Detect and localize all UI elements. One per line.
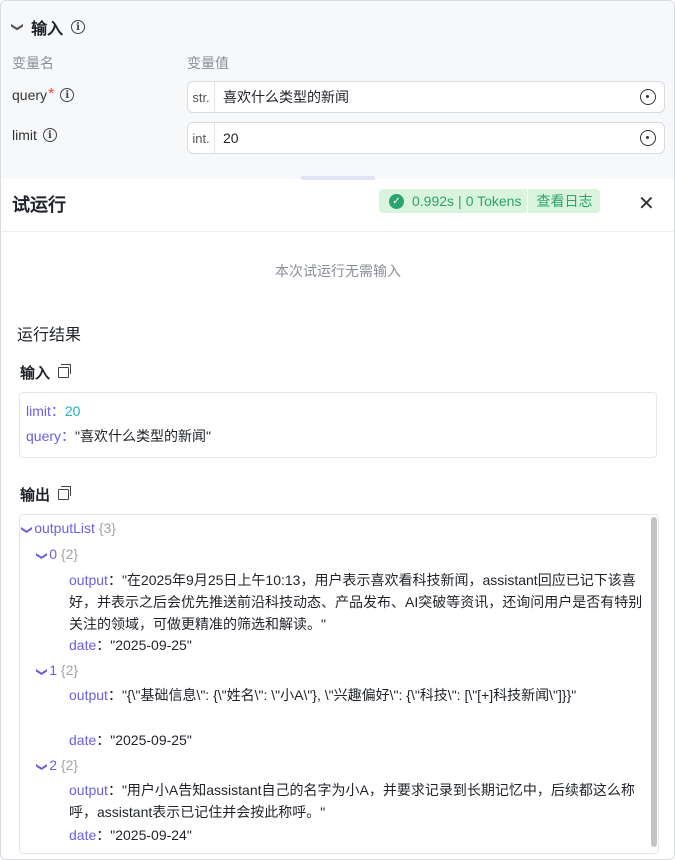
panel-title: 试运行 — [12, 195, 66, 215]
variable-value-field[interactable]: str. 喜欢什么类型的新闻 — [187, 81, 665, 113]
variable-value-input[interactable]: 喜欢什么类型的新闻 — [215, 87, 640, 107]
json-entry: output："{\"基础信息\": {\"姓名\": \"小A\"}, \"兴… — [69, 687, 577, 703]
tree-node-item[interactable]: ❯ 2 {2} — [36, 754, 78, 778]
json-entry: output："在2025年9月25日上午10:13，用户表示喜欢看科技新闻，a… — [69, 572, 643, 632]
input-variables-section: ❯ 输入 i 变量名 变量值 query * i str. 喜欢什么类型的新闻 … — [1, 1, 674, 179]
tree-node-item[interactable]: ❯ 1 {2} — [36, 659, 78, 683]
output-result-header: 输出 — [20, 484, 72, 505]
json-value: 20 — [64, 403, 81, 419]
variable-row-limit: limit i int. 20 — [1, 122, 674, 154]
status-separator: | — [458, 193, 462, 209]
info-icon[interactable]: i — [71, 20, 86, 34]
target-icon[interactable] — [640, 130, 656, 146]
tree-node-item[interactable]: ❯ 0 {2} — [36, 543, 78, 567]
info-icon[interactable]: i — [60, 88, 75, 102]
target-icon[interactable] — [640, 89, 656, 105]
variable-name: query * i — [12, 86, 75, 104]
view-log-button[interactable]: 查看日志 — [536, 191, 592, 211]
json-entry: date："2025-09-25" — [69, 732, 192, 748]
variable-name-header: 变量名 — [12, 55, 54, 71]
info-icon[interactable]: i — [42, 128, 57, 142]
copy-icon[interactable] — [58, 364, 72, 378]
json-key: limit — [26, 403, 51, 419]
type-badge: str. — [188, 82, 215, 112]
scrollbar[interactable] — [651, 517, 657, 847]
json-entry: date："2025-09-24" — [69, 827, 192, 843]
resize-handle[interactable] — [301, 176, 375, 180]
json-entry: date："2025-09-25" — [69, 637, 192, 653]
chevron-down-icon[interactable]: ❯ — [31, 551, 53, 560]
json-value: "喜欢什么类型的新闻" — [75, 428, 211, 444]
run-status-badge: ✓ 0.992s | 0 Tokens 查看日志 — [379, 189, 601, 213]
input-result-title: 输入 — [20, 365, 51, 382]
token-count: 0 Tokens — [465, 193, 522, 209]
workflow-test-run-window: ❯ 输入 i 变量名 变量值 query * i str. 喜欢什么类型的新闻 … — [0, 0, 675, 860]
input-section-header[interactable]: ❯ 输入 i — [11, 15, 86, 39]
variable-value-field[interactable]: int. 20 — [187, 122, 665, 154]
variable-value-input[interactable]: 20 — [215, 130, 640, 146]
variable-row-query: query * i str. 喜欢什么类型的新闻 — [1, 81, 674, 113]
divider — [527, 189, 529, 213]
tree-node-root[interactable]: ❯ outputList {3} — [20, 517, 116, 541]
type-badge: int. — [188, 123, 215, 153]
input-result-box: limit：20 query："喜欢什么类型的新闻" — [19, 392, 657, 458]
run-duration: 0.992s — [412, 193, 455, 209]
check-circle-icon: ✓ — [389, 193, 404, 209]
json-entry: query："喜欢什么类型的新闻" — [26, 428, 211, 444]
chevron-down-icon[interactable]: ❯ — [11, 22, 25, 32]
input-result-header: 输入 — [20, 362, 72, 383]
close-icon[interactable]: ✕ — [638, 191, 655, 216]
required-marker: * — [48, 86, 55, 103]
no-input-message: 本次试运行无需输入 — [275, 263, 401, 279]
copy-icon[interactable] — [58, 486, 72, 500]
run-result-title: 运行结果 — [17, 327, 82, 344]
json-entry: output："用户小A告知assistant自己的名字为小A，并要求记录到长期… — [69, 782, 635, 820]
json-key: query — [26, 428, 62, 444]
test-run-panel: 试运行 ✓ 0.992s | 0 Tokens 查看日志 ✕ 本次试运行无需输入… — [2, 181, 674, 859]
output-result-box: ❯ outputList {3} ❯ 0 {2} output："在2025年9月2… — [19, 514, 659, 854]
variable-name: limit i — [12, 127, 57, 143]
variable-value-header: 变量值 — [187, 55, 229, 71]
output-result-title: 输出 — [20, 487, 51, 504]
chevron-down-icon[interactable]: ❯ — [31, 667, 53, 676]
chevron-down-icon[interactable]: ❯ — [31, 762, 53, 771]
divider — [2, 231, 674, 232]
chevron-down-icon[interactable]: ❯ — [20, 525, 38, 534]
input-section-title: 输入 — [31, 21, 64, 38]
json-entry: limit：20 — [26, 403, 81, 419]
